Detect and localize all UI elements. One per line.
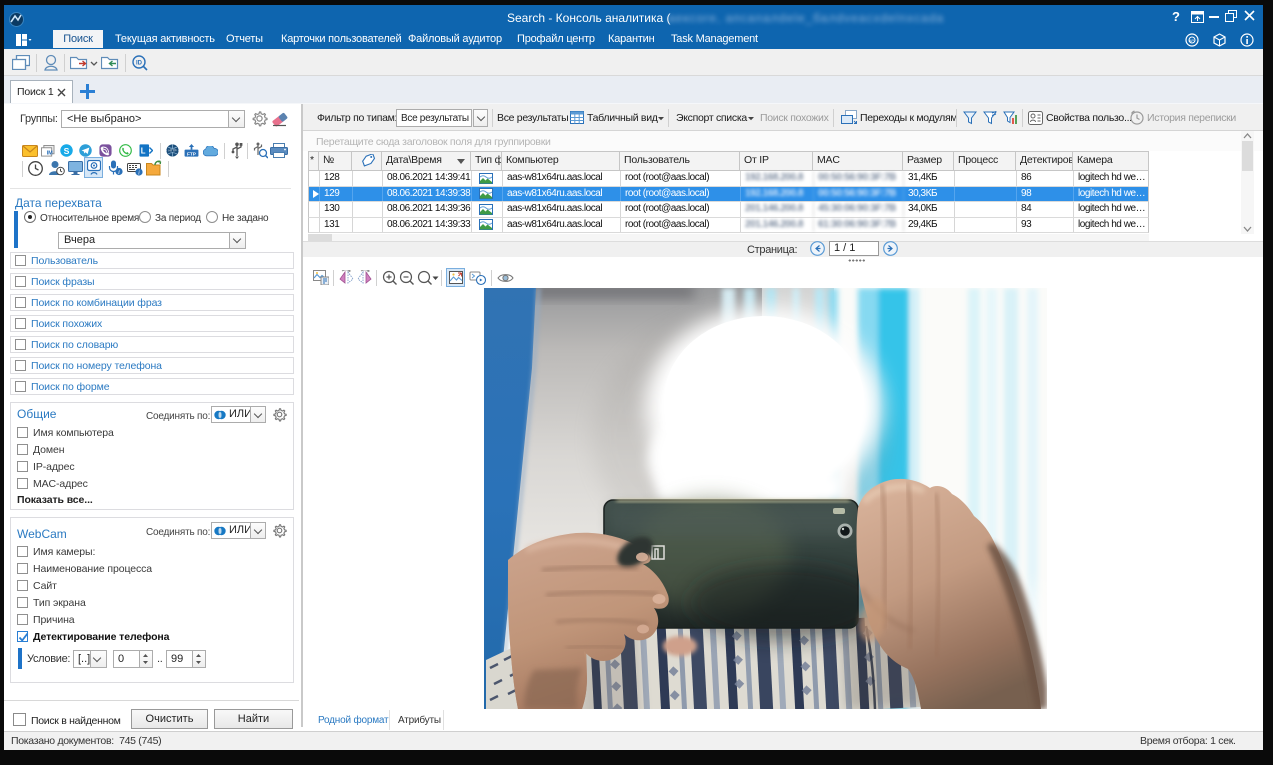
svg-text:ID: ID [136,61,143,67]
svg-text:HTTP: HTTP [168,149,176,153]
svg-text:S: S [64,146,70,156]
svg-text:IM: IM [47,151,54,157]
svg-text:FTP: FTP [187,151,196,157]
svg-text:L: L [141,147,146,156]
svg-text:API: API [1189,38,1195,43]
